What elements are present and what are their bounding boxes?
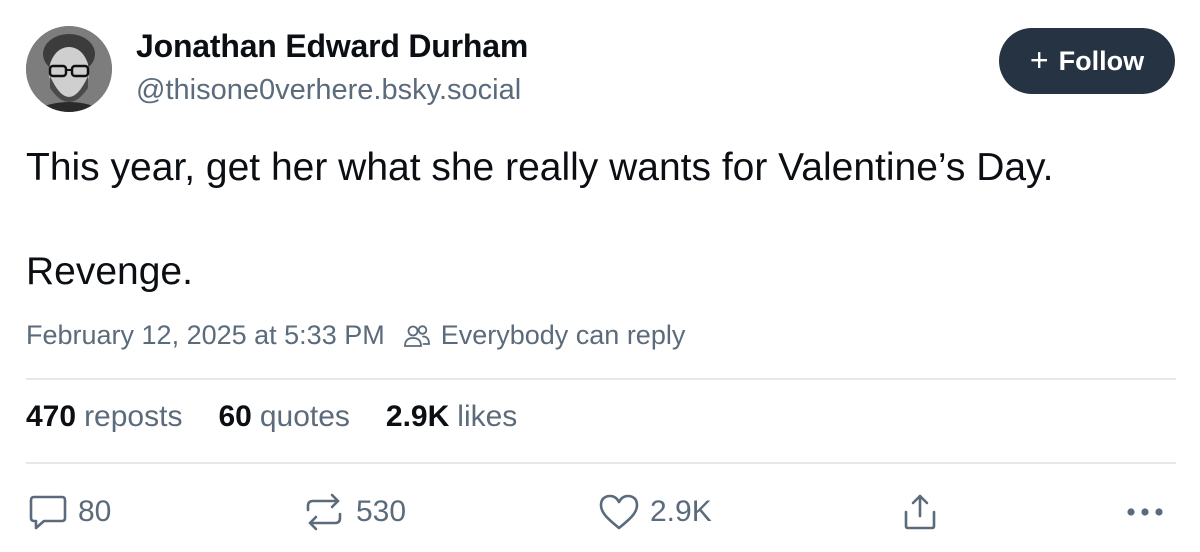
likes-label: likes [457, 400, 518, 433]
more-options-icon [1126, 507, 1164, 517]
plus-icon: + [1029, 42, 1049, 78]
post-text-line: Revenge. [26, 250, 193, 293]
follow-label: Follow [1058, 45, 1145, 76]
follow-button[interactable]: + Follow [999, 28, 1175, 94]
likes-stat[interactable]: 2.9K likes [386, 400, 517, 434]
reply-audience[interactable]: Everybody can reply [441, 320, 686, 351]
like-button[interactable]: 2.9K [598, 490, 712, 534]
repost-count: 530 [356, 495, 407, 528]
reposts-label: reposts [84, 400, 183, 433]
post-text: This year, get her what she really wants… [26, 142, 1166, 298]
reply-button[interactable]: 80 [28, 490, 111, 534]
reply-bubble-icon [28, 493, 68, 531]
quotes-count: 60 [218, 400, 252, 433]
share-icon [900, 492, 940, 532]
post-meta: February 12, 2025 at 5:33 PM Everybody c… [26, 320, 685, 351]
repost-icon [302, 492, 346, 532]
reply-count: 80 [78, 495, 112, 528]
people-icon [403, 323, 431, 349]
repost-button[interactable]: 530 [302, 490, 406, 534]
avatar[interactable] [26, 26, 112, 112]
post-card: Jonathan Edward Durham @thisone0verhere.… [0, 0, 1200, 552]
engagement-stats: 470 reposts 60 quotes 2.9K likes [26, 400, 517, 434]
divider [26, 378, 1176, 380]
author-name[interactable]: Jonathan Edward Durham [136, 28, 528, 65]
reposts-stat[interactable]: 470 reposts [26, 400, 182, 434]
likes-count: 2.9K [385, 400, 450, 433]
more-options-button[interactable] [1126, 490, 1164, 534]
share-button[interactable] [900, 490, 940, 534]
quotes-label: quotes [259, 400, 350, 433]
post-text-line: This year, get her what she really wants… [26, 146, 1054, 189]
reposts-count: 470 [26, 400, 77, 433]
quotes-stat[interactable]: 60 quotes [218, 400, 349, 434]
divider [26, 462, 1176, 464]
post-timestamp[interactable]: February 12, 2025 at 5:33 PM [26, 320, 385, 351]
like-count: 2.9K [650, 495, 712, 528]
author-handle[interactable]: @thisone0verhere.bsky.social [136, 74, 521, 107]
heart-icon [598, 493, 640, 531]
